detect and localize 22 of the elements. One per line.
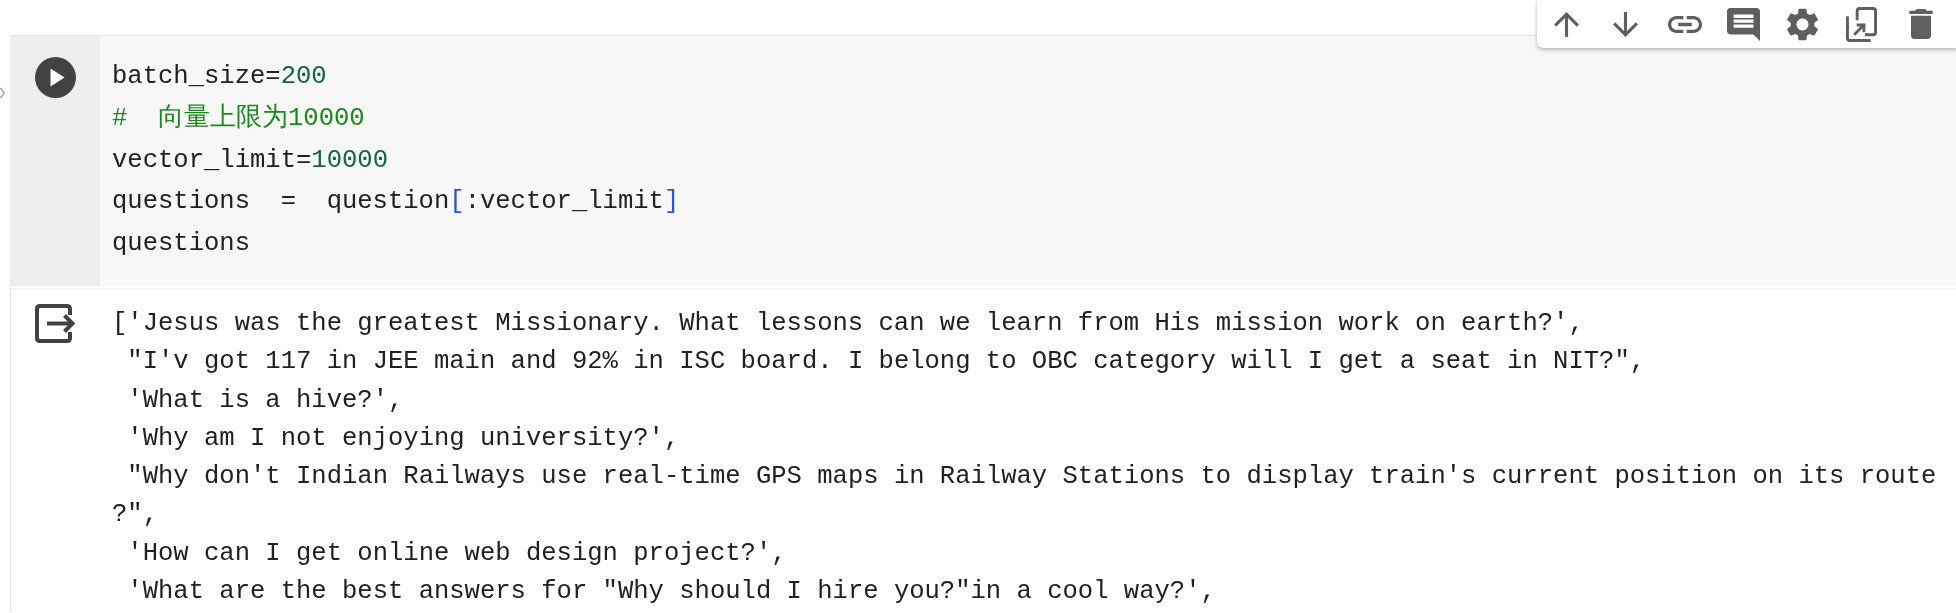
output-icon[interactable] <box>34 304 76 343</box>
code-line: questions = question[:vector_limit] <box>112 186 680 219</box>
output-line: 'What are the best answers for "Why should I hire you?"in a cool way?', <box>126 576 1216 609</box>
play-icon[interactable] <box>34 57 76 98</box>
output-line: "I'v got 117 in JEE main and 92% in ISC board. I belong to OBC category will I get a seat in NIT?", <box>126 346 1646 379</box>
code-line: vector_limit=10000 <box>112 144 388 177</box>
output-line: 'How can I get online web design project?', <box>126 537 787 570</box>
mirror-cell-icon[interactable] <box>1846 6 1877 42</box>
delete-icon[interactable] <box>1908 9 1933 39</box>
output-line: 'What is a hive?', <box>126 384 404 417</box>
arrow-up-icon[interactable] <box>1554 11 1579 37</box>
arrow-down-icon[interactable] <box>1613 11 1638 37</box>
output-line: 'Why am I not enjoying university?', <box>126 422 680 455</box>
code-line: # 向量上限为10000 <box>112 102 365 135</box>
settings-icon[interactable] <box>1787 7 1818 41</box>
chevron-icon[interactable] <box>0 87 5 99</box>
code-line: batch_size=200 <box>112 61 327 93</box>
comment-icon[interactable] <box>1727 7 1760 41</box>
link-icon[interactable] <box>1667 15 1702 33</box>
code-line: questions <box>112 228 250 261</box>
output-line: "Why don't Indian Railways use real-time GPS maps in Railway Stations to display train's current position on its route ?", <box>112 461 1938 532</box>
output-line: ['Jesus was the greatest Missionary. What lessons can we learn from His mission work on earth?', <box>112 308 1584 340</box>
